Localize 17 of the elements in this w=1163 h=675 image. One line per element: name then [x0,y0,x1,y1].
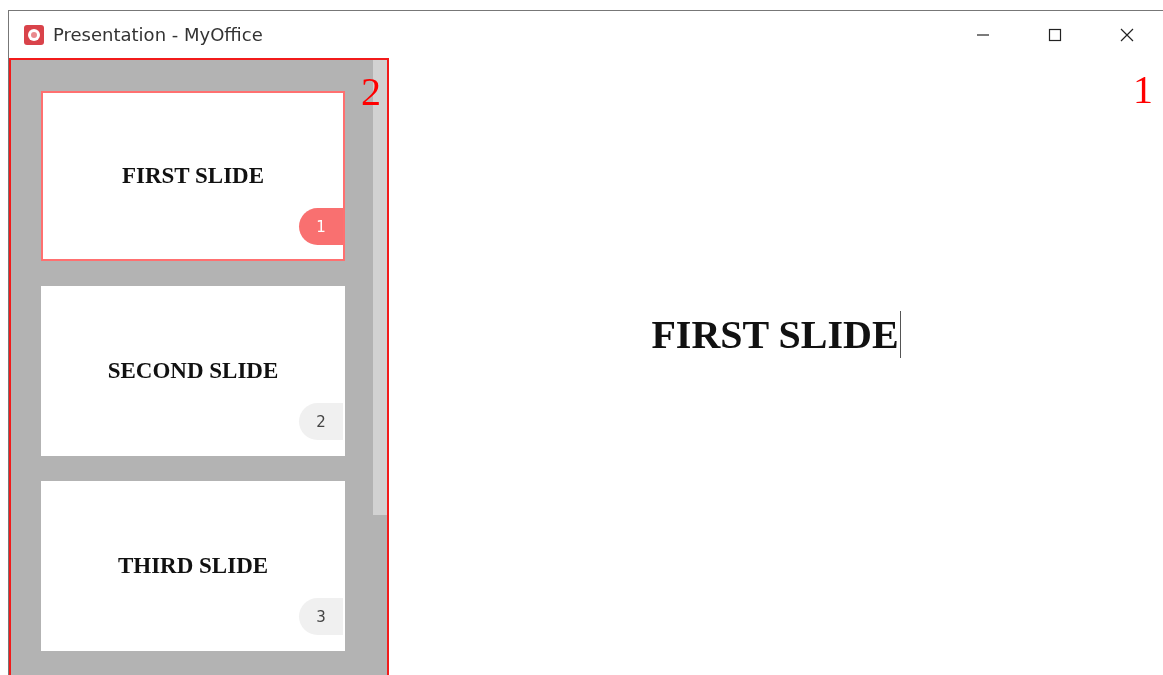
slide-title: FIRST SLIDE [651,311,901,358]
maximize-icon [1047,26,1063,43]
slide-number: 1 [299,208,343,245]
minimize-icon [977,33,989,36]
window-title: Presentation - MyOffice [53,24,263,45]
app-logo-icon [23,23,45,46]
callout-label: 2 [361,72,381,112]
slide-thumbnail[interactable]: SECOND SLIDE 2 [41,286,345,456]
slide-title: THIRD SLIDE [117,553,269,579]
slide-number: 3 [299,598,343,635]
slide-title: SECOND SLIDE [107,358,279,384]
slide-title: FIRST SLIDE [121,163,265,189]
slide-thumbnail[interactable]: FIRST SLIDE 1 [41,91,345,261]
close-icon [1119,26,1135,43]
slide-thumbnail[interactable]: THIRD SLIDE 3 [41,481,345,651]
callout-label: 1 [1133,70,1153,110]
slide-number: 2 [299,403,343,440]
